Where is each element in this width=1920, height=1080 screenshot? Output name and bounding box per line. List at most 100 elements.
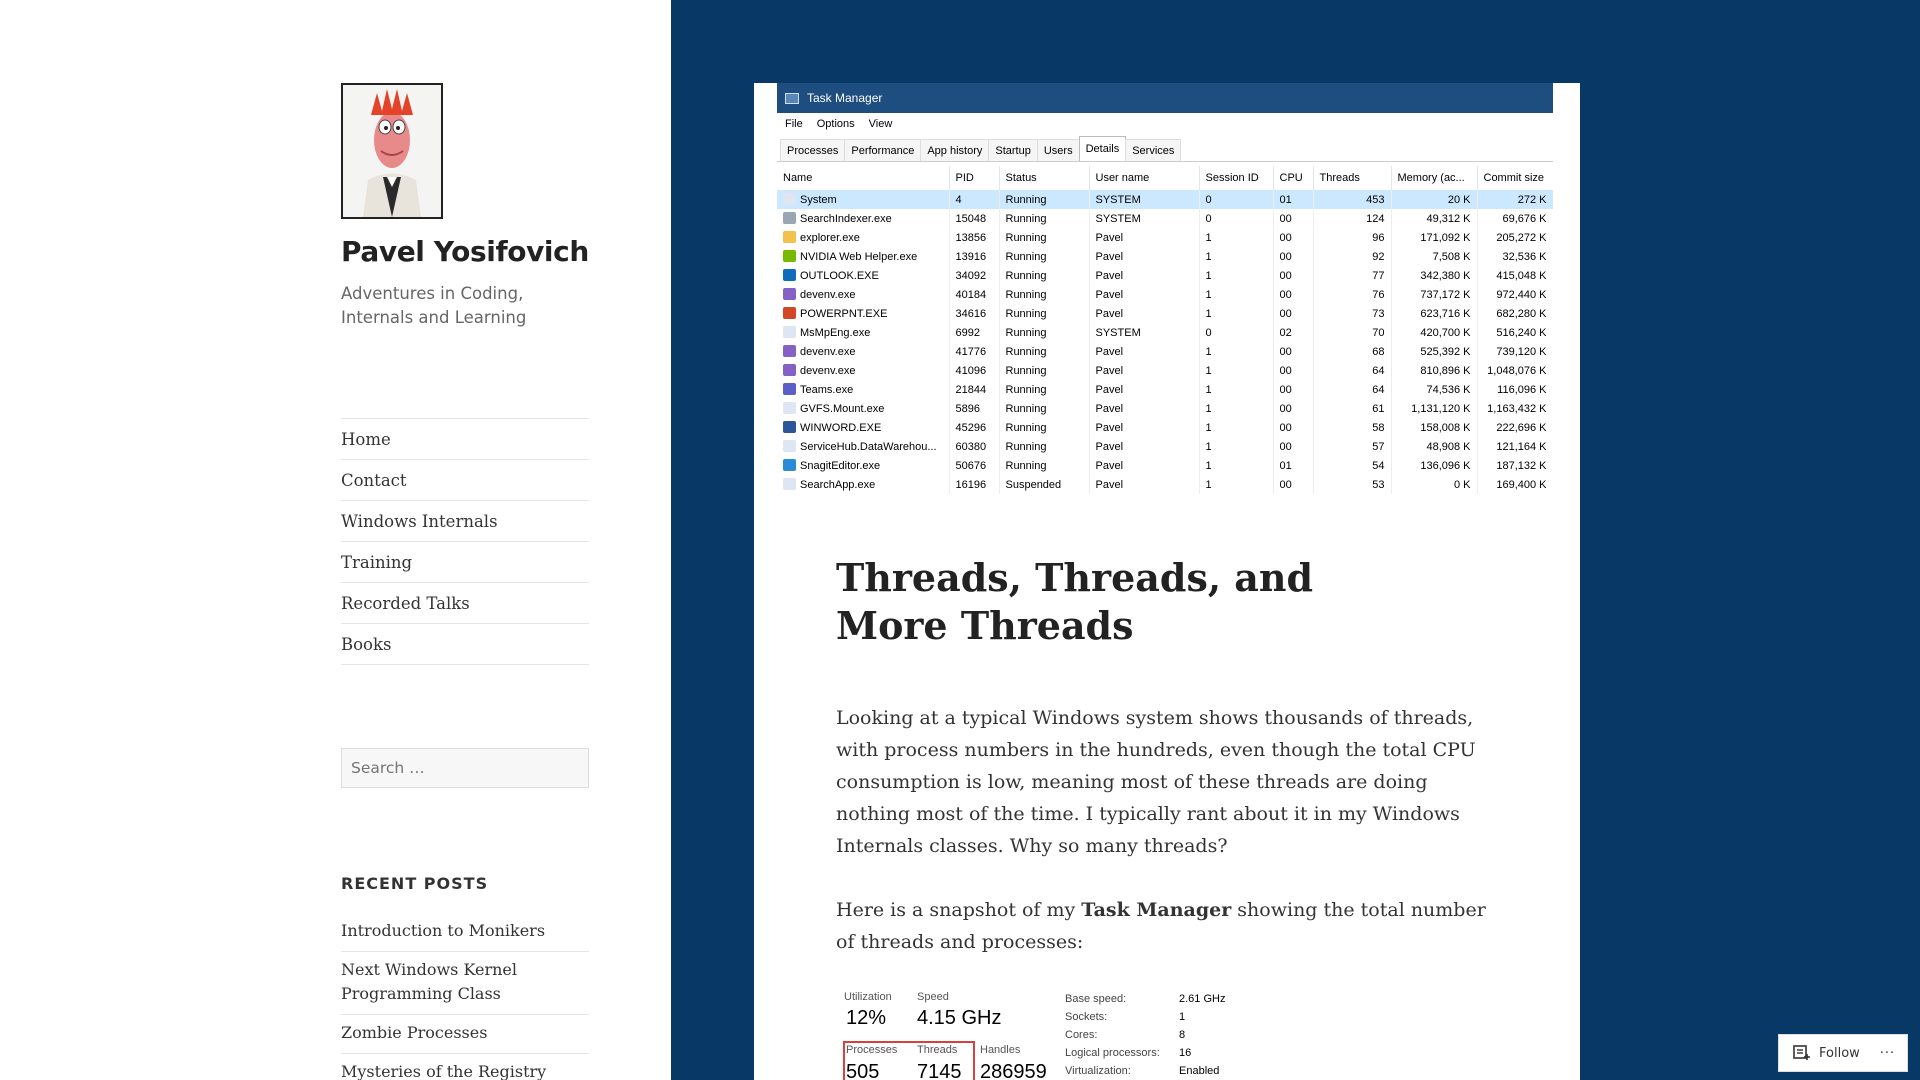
tab-performance[interactable]: Performance xyxy=(844,139,922,161)
cell-commit: 187,132 K xyxy=(1477,456,1553,475)
cell-user: SYSTEM xyxy=(1089,323,1200,342)
table-row[interactable]: OUTLOOK.EXE 34092 Running Pavel 1 00 77 342,380… xyxy=(777,266,1553,285)
tab-processes[interactable]: Processes xyxy=(780,139,846,161)
cell-cpu: 00 xyxy=(1273,285,1314,304)
cell-status: Running xyxy=(999,285,1090,304)
base-speed-value: 2.61 GHz xyxy=(1179,993,1226,1005)
nav-item-books[interactable]: Books xyxy=(341,624,589,665)
process-icon xyxy=(783,193,796,205)
process-name: SearchIndexer.exe xyxy=(800,213,892,225)
tab-startup[interactable]: Startup xyxy=(988,139,1038,161)
table-row[interactable]: explorer.exe 13856 Running Pavel 1 00 96 171,09… xyxy=(777,228,1553,247)
utilization-label: Utilization xyxy=(844,991,892,1003)
column-header-user[interactable]: User name xyxy=(1089,166,1200,190)
cell-session: 1 xyxy=(1199,285,1274,304)
cell-threads: 77 xyxy=(1313,266,1392,285)
tab-app-history[interactable]: App history xyxy=(920,139,990,161)
task-manager-icon xyxy=(785,92,799,104)
cell-threads: 76 xyxy=(1313,285,1392,304)
cell-status: Running xyxy=(999,323,1090,342)
performance-screenshot: Utilization 12% Speed 4.15 GHz Processes… xyxy=(838,991,1258,1080)
cell-threads: 96 xyxy=(1313,228,1392,247)
process-icon xyxy=(783,212,796,224)
cell-commit: 169,400 K xyxy=(1477,475,1553,494)
table-row[interactable]: ServiceHub.DataWarehou... 60380 Running Pav… xyxy=(777,437,1553,456)
search-input[interactable] xyxy=(341,748,589,788)
logical-processors-label: Logical processors: xyxy=(1065,1047,1160,1059)
nav-item-windows-internals[interactable]: Windows Internals xyxy=(341,501,589,542)
menu-view[interactable]: View xyxy=(869,118,893,130)
cell-threads: 64 xyxy=(1313,380,1392,399)
table-row[interactable]: devenv.exe 41096 Running Pavel 1 00 64 810,896 … xyxy=(777,361,1553,380)
nav-item-training[interactable]: Training xyxy=(341,542,589,583)
cell-threads: 124 xyxy=(1313,209,1392,228)
cell-user: Pavel xyxy=(1089,418,1200,437)
recent-post-link[interactable]: Zombie Processes xyxy=(341,1015,589,1054)
process-table: Name PID Status User name Session ID CPU… xyxy=(777,166,1553,494)
nav-item-contact[interactable]: Contact xyxy=(341,460,589,501)
tab-services[interactable]: Services xyxy=(1125,139,1182,161)
table-row[interactable]: System 4 Running SYSTEM 0 01 453 20 K 272 K xyxy=(777,190,1553,209)
cores-label: Cores: xyxy=(1065,1029,1098,1041)
cell-commit: 415,048 K xyxy=(1477,266,1553,285)
column-header-memory[interactable]: Memory (ac... xyxy=(1391,166,1478,190)
column-header-name[interactable]: Name xyxy=(777,166,950,190)
column-header-threads[interactable]: Threads xyxy=(1313,166,1392,190)
cell-name: MsMpEng.exe xyxy=(777,323,950,342)
table-row[interactable]: devenv.exe 40184 Running Pavel 1 00 76 737,172 … xyxy=(777,285,1553,304)
cell-commit: 1,048,076 K xyxy=(1477,361,1553,380)
site-title[interactable]: Pavel Yosifovich xyxy=(341,235,589,268)
table-row[interactable]: devenv.exe 41776 Running Pavel 1 00 68 525,392 … xyxy=(777,342,1553,361)
cell-memory: 420,700 K xyxy=(1391,323,1478,342)
table-row[interactable]: SnagitEditor.exe 50676 Running Pavel 1 01 54 13… xyxy=(777,456,1553,475)
table-row[interactable]: Teams.exe 21844 Running Pavel 1 00 64 74,536 K1… xyxy=(777,380,1553,399)
cell-commit: 205,272 K xyxy=(1477,228,1553,247)
logical-processors-value: 16 xyxy=(1179,1047,1192,1059)
cell-memory: 623,716 K xyxy=(1391,304,1478,323)
tab-details[interactable]: Details xyxy=(1078,136,1127,161)
cell-threads: 54 xyxy=(1313,456,1392,475)
table-row[interactable]: SearchApp.exe 16196 Suspended Pavel 1 00 53 0 K… xyxy=(777,475,1553,494)
task-manager-bold: Task Manager xyxy=(1081,899,1232,921)
recent-post-link[interactable]: Mysteries of the Registry xyxy=(341,1054,589,1080)
recent-post-link[interactable]: Introduction to Monikers xyxy=(341,913,589,952)
nav-item-recorded-talks[interactable]: Recorded Talks xyxy=(341,583,589,624)
column-header-session[interactable]: Session ID xyxy=(1199,166,1274,190)
column-header-status[interactable]: Status xyxy=(999,166,1090,190)
process-icon xyxy=(783,459,796,471)
avatar[interactable] xyxy=(341,83,443,219)
table-row[interactable]: POWERPNT.EXE 34616 Running Pavel 1 00 73 623,71… xyxy=(777,304,1553,323)
cores-value: 8 xyxy=(1179,1029,1186,1041)
column-header-pid[interactable]: PID xyxy=(949,166,1000,190)
cell-commit: 116,096 K xyxy=(1477,380,1553,399)
table-row[interactable]: WINWORD.EXE 45296 Running Pavel 1 00 58 158,008… xyxy=(777,418,1553,437)
recent-post-link[interactable]: Next Windows Kernel Programming Class xyxy=(341,952,589,1015)
nav-item-home[interactable]: Home xyxy=(341,419,589,460)
cell-status: Running xyxy=(999,418,1090,437)
cell-pid: 50676 xyxy=(949,456,1000,475)
table-row[interactable]: GVFS.Mount.exe 5896 Running Pavel 1 00 61 1,131… xyxy=(777,399,1553,418)
menu-file[interactable]: File xyxy=(785,118,803,130)
cell-session: 1 xyxy=(1199,342,1274,361)
process-icon xyxy=(783,478,796,490)
table-row[interactable]: MsMpEng.exe 6992 Running SYSTEM 0 02 70 420,700… xyxy=(777,323,1553,342)
post-title[interactable]: Threads, Threads, and More Threads xyxy=(836,554,1356,650)
more-options-icon[interactable]: ··· xyxy=(1880,1046,1895,1061)
menu-options[interactable]: Options xyxy=(817,118,855,130)
cell-memory: 171,092 K xyxy=(1391,228,1478,247)
cell-threads: 70 xyxy=(1313,323,1392,342)
cell-pid: 34616 xyxy=(949,304,1000,323)
tab-users[interactable]: Users xyxy=(1036,139,1080,161)
table-row[interactable]: NVIDIA Web Helper.exe 13916 Running Pavel 1 0… xyxy=(777,247,1553,266)
cell-commit: 69,676 K xyxy=(1477,209,1553,228)
cell-memory: 136,096 K xyxy=(1391,456,1478,475)
cell-status: Running xyxy=(999,342,1090,361)
column-header-cpu[interactable]: CPU xyxy=(1273,166,1314,190)
column-header-commit[interactable]: Commit size xyxy=(1477,166,1553,190)
cell-pid: 41096 xyxy=(949,361,1000,380)
process-name: GVFS.Mount.exe xyxy=(800,403,885,415)
table-row[interactable]: SearchIndexer.exe 15048 Running SYSTEM 0 00 12… xyxy=(777,209,1553,228)
cell-user: Pavel xyxy=(1089,285,1200,304)
cell-threads: 58 xyxy=(1313,418,1392,437)
follow-button[interactable]: Follow ··· xyxy=(1778,1034,1908,1072)
